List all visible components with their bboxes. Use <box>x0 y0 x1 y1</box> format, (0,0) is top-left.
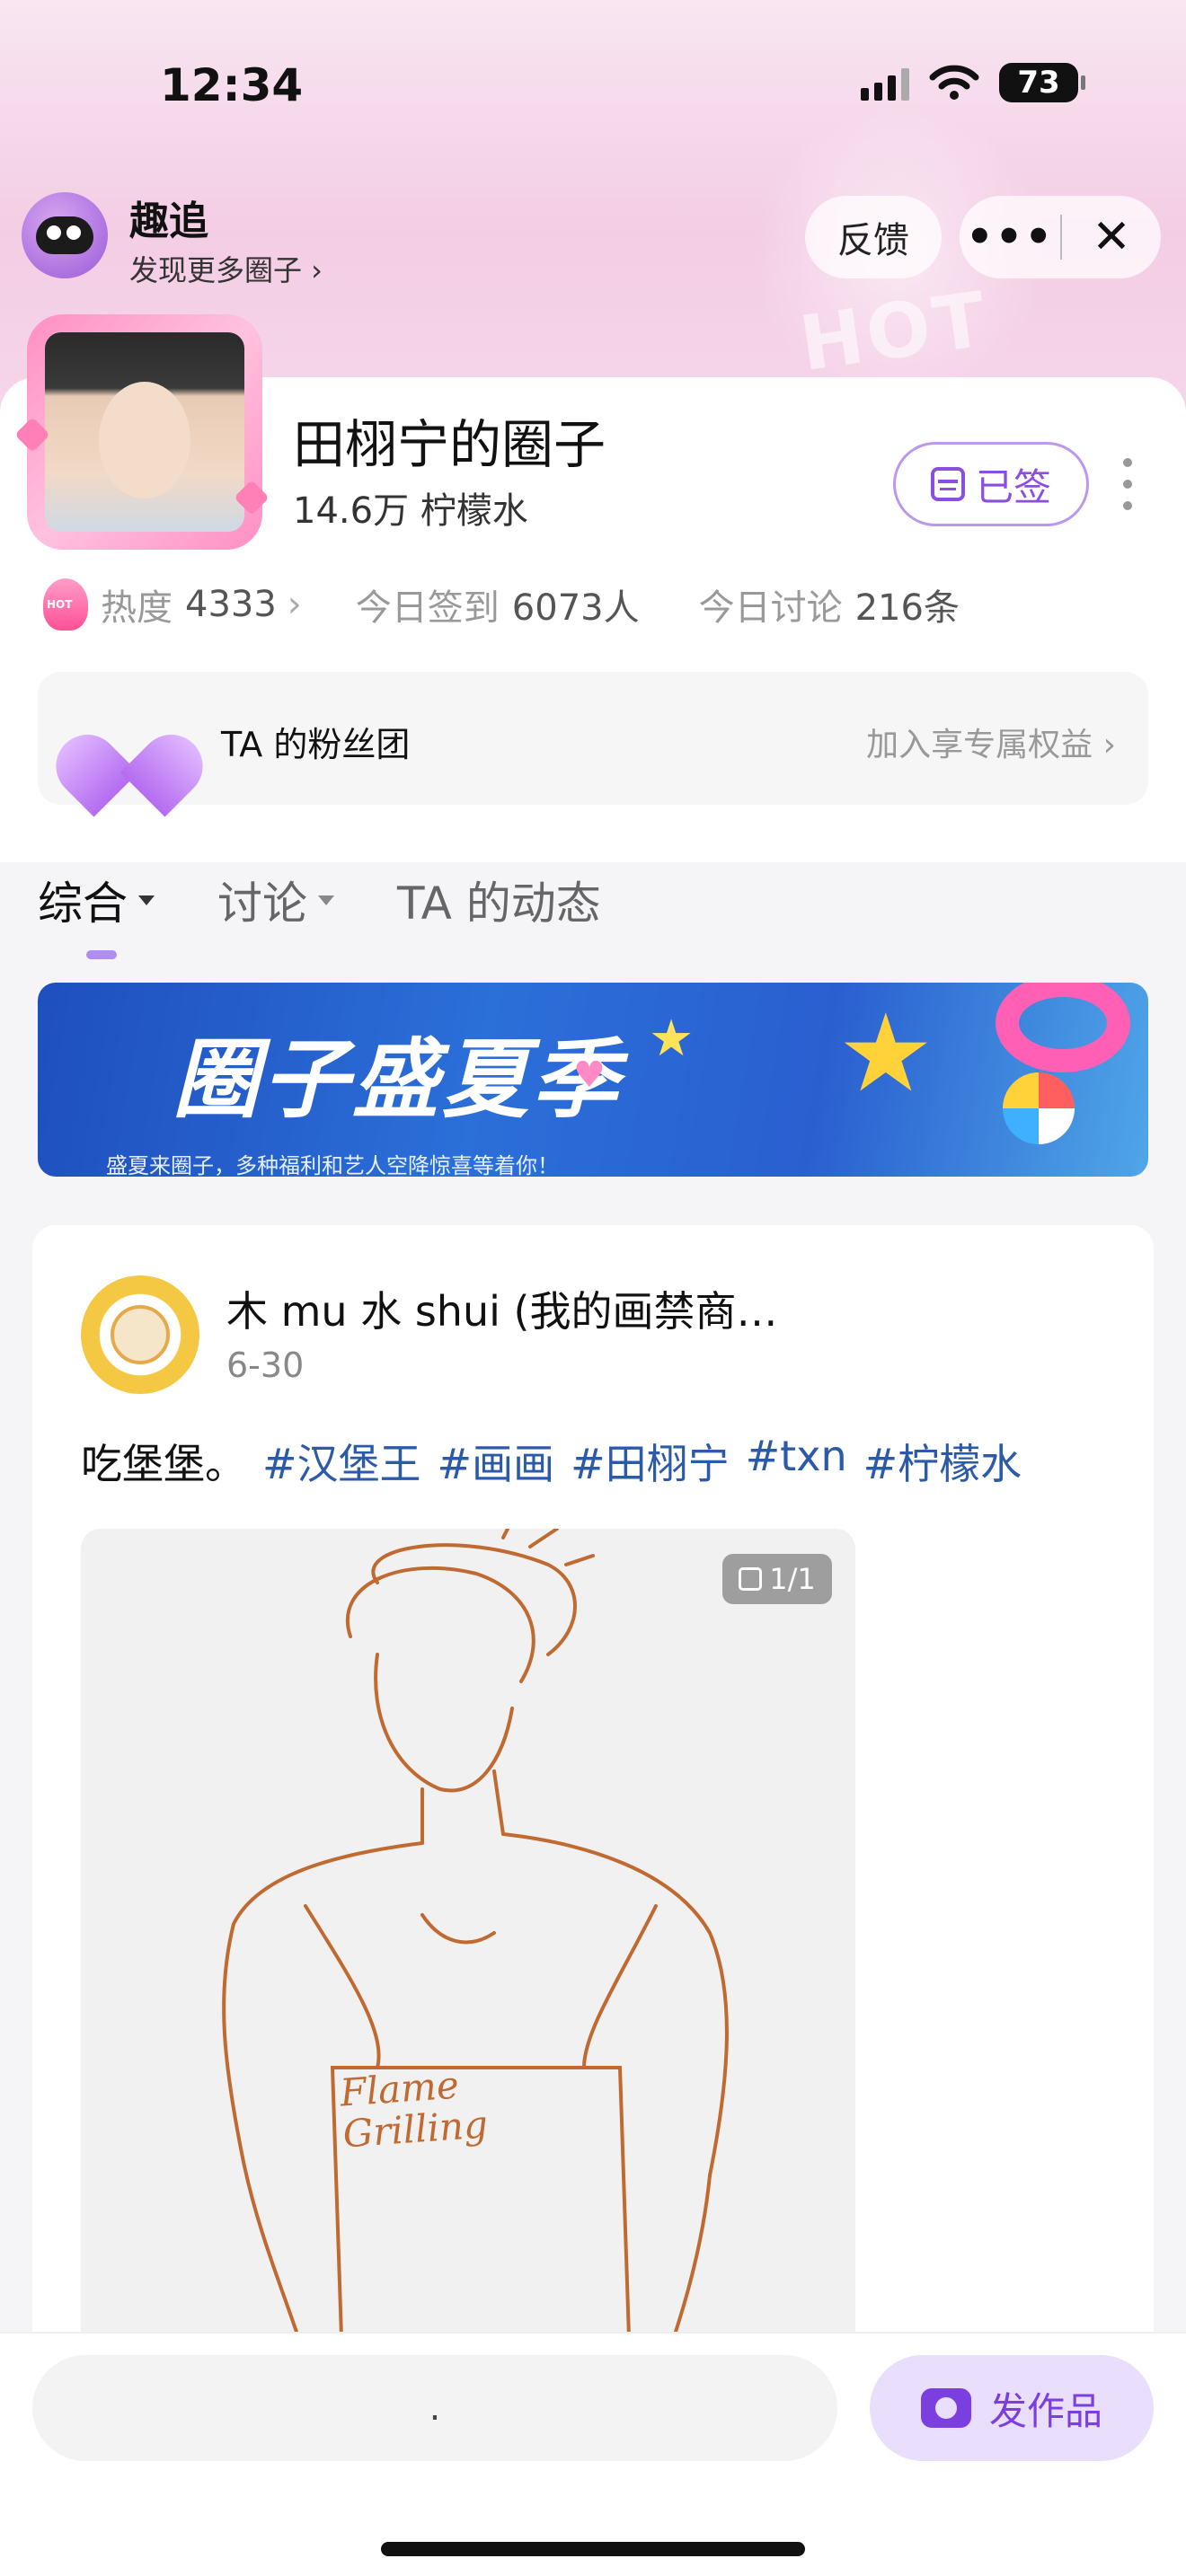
bottom-bar: . 发作品 <box>0 2332 1186 2576</box>
hot-decoration: HOT <box>794 274 995 389</box>
close-button[interactable]: ✕ <box>1062 210 1161 264</box>
beach-ball-icon <box>1003 1072 1075 1144</box>
swim-ring-icon <box>996 983 1130 1072</box>
tab-discussion[interactable]: 讨论 <box>217 868 334 932</box>
app-logo[interactable] <box>22 192 108 278</box>
publish-button[interactable]: 发作品 <box>870 2355 1154 2461</box>
wifi-icon <box>929 65 979 100</box>
checkin-stat-value: 6073人 <box>511 587 640 629</box>
stats-row: 热度 4333 › 今日签到 6073人 今日讨论 216条 <box>43 578 960 631</box>
hashtag[interactable]: #田栩宁 <box>571 1432 730 1491</box>
star-icon: ★ <box>649 1010 695 1068</box>
post-body: 吃堡堡。 <box>81 1440 246 1488</box>
banner-subtitle: 盛夏来圈子，多种福利和艺人空降惊喜等着你！ <box>106 1153 559 1177</box>
home-indicator[interactable] <box>381 2542 805 2556</box>
status-icons: 73 <box>861 63 1085 102</box>
summer-banner[interactable]: 圈子盛夏季 盛夏来圈子，多种福利和艺人空降惊喜等着你！ ♥ ★ ★ <box>38 983 1148 1177</box>
calendar-icon <box>930 467 965 501</box>
image-counter: 1/1 <box>722 1554 832 1604</box>
hashtag[interactable]: #画画 <box>438 1432 555 1491</box>
checkin-button[interactable]: 已签 <box>893 442 1089 526</box>
hashtag[interactable]: #汉堡王 <box>262 1432 421 1491</box>
avatar-image <box>45 332 244 532</box>
flame-icon <box>43 578 88 631</box>
post-date: 6-30 <box>226 1345 305 1385</box>
heart-icon: ♥ <box>573 1054 606 1096</box>
fan-club-title: TA 的粉丝团 <box>221 725 411 764</box>
chevron-right-icon: › <box>287 584 302 625</box>
heat-value: 4333 <box>185 584 277 625</box>
post-card[interactable]: 木 mu 水 shui (我的画禁商… 6-30 吃堡堡。 #汉堡王 #画画 #… <box>32 1225 1154 2391</box>
discuss-stat-label: 今日讨论 <box>698 587 843 629</box>
circle-avatar[interactable] <box>14 314 270 550</box>
hashtag[interactable]: #txn <box>746 1432 847 1491</box>
tab-activity[interactable]: TA 的动态 <box>397 868 601 932</box>
caret-down-icon <box>318 895 334 905</box>
circle-members: 14.6万 柠檬水 <box>293 490 528 532</box>
tab-bar: 综合 讨论 TA 的动态 <box>38 868 601 932</box>
fan-club-join-link[interactable]: 加入享专属权益 › <box>866 719 1116 765</box>
comment-input[interactable]: . <box>32 2355 837 2461</box>
post-author[interactable]: 木 mu 水 shui (我的画禁商… <box>226 1279 777 1338</box>
image-counter-label: 1/1 <box>769 1562 816 1596</box>
fan-club-card[interactable]: TA 的粉丝团 加入享专属权益 › <box>38 672 1148 805</box>
active-tab-indicator <box>86 950 117 959</box>
heart-icon <box>84 701 192 778</box>
post-image[interactable]: Flame Grilling 1/1 <box>81 1529 855 2391</box>
more-button[interactable]: ••• <box>960 210 1060 264</box>
sketch-drawing <box>222 1529 729 2391</box>
checkin-stat: 今日签到 6073人 <box>356 578 640 631</box>
author-avatar[interactable] <box>81 1275 199 1394</box>
checkin-label: 已签 <box>975 464 1051 509</box>
feedback-button[interactable]: 反馈 <box>805 196 942 278</box>
caret-down-icon <box>138 895 155 905</box>
mascot-star-icon: ★ <box>837 992 934 1116</box>
heat-label: 热度 <box>101 587 173 629</box>
camera-icon <box>920 2388 971 2428</box>
app-name[interactable]: 趣追 <box>129 189 208 246</box>
checkin-stat-label: 今日签到 <box>355 587 500 629</box>
post-text: 吃堡堡。 #汉堡王 #画画 #田栩宁 #txn #柠檬水 <box>81 1432 1022 1491</box>
discuss-stat: 今日讨论 216条 <box>699 578 960 631</box>
discover-more-link[interactable]: 发现更多圈子 › <box>129 248 323 289</box>
battery-icon: 73 <box>999 63 1085 102</box>
signal-icon <box>861 65 909 101</box>
publish-label: 发作品 <box>988 2388 1102 2433</box>
tab-overview-label: 综合 <box>38 878 128 930</box>
circle-name: 田栩宁的圈子 <box>293 414 606 475</box>
gallery-icon <box>739 1567 763 1591</box>
heat-stat[interactable]: 热度 4333 › <box>43 578 356 631</box>
banner-title: 圈子盛夏季 <box>173 1029 622 1130</box>
tab-activity-label: TA 的动态 <box>397 878 601 930</box>
mini-program-capsule: ••• ✕ <box>960 196 1161 278</box>
kebab-menu-icon[interactable] <box>1123 458 1137 510</box>
discuss-stat-value: 216条 <box>854 587 960 629</box>
tab-discussion-label: 讨论 <box>217 878 307 930</box>
apron-text: Flame Grilling <box>339 2062 490 2157</box>
tab-overview[interactable]: 综合 <box>38 868 155 932</box>
status-time: 12:34 <box>160 59 304 111</box>
hashtag[interactable]: #柠檬水 <box>863 1432 1022 1491</box>
